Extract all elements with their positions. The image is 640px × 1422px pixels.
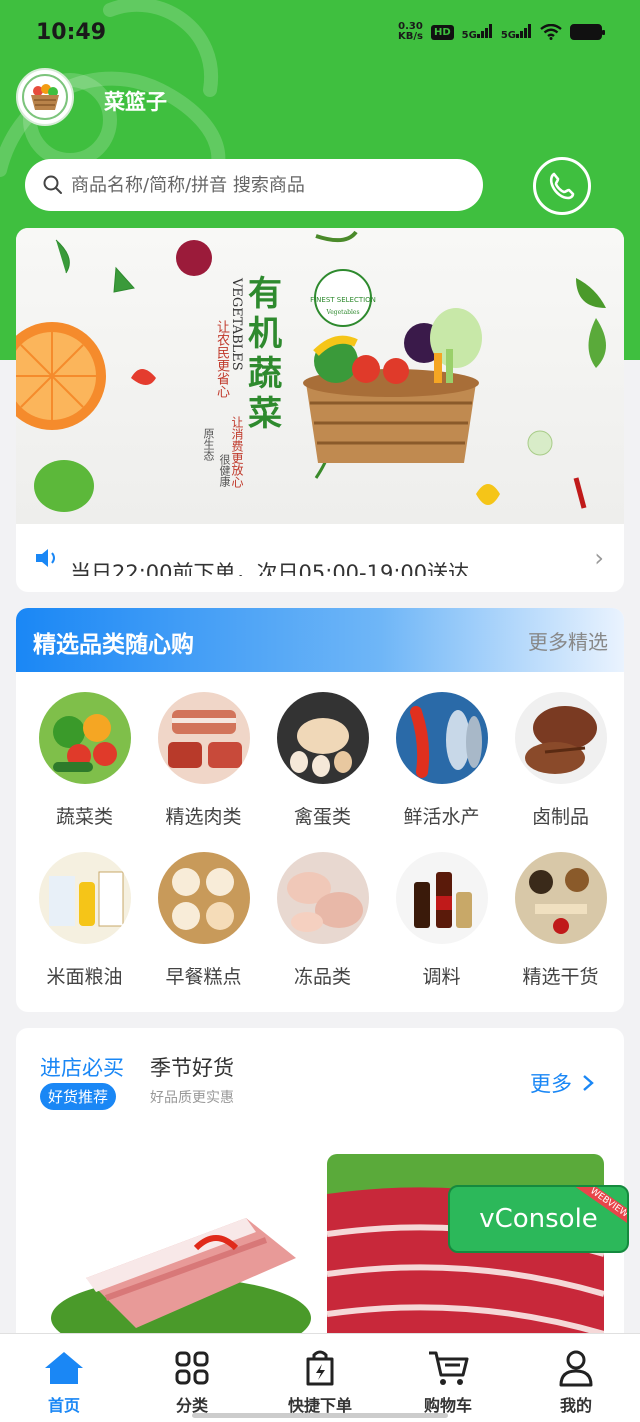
signal-icon-2: 5G [501,23,532,41]
category-label: 鲜活水产 [403,806,480,828]
bottom-tab-bar: 首页 分类 快捷下单 购物车 我的 [0,1333,640,1422]
status-time: 10:49 [36,20,107,45]
tab-category[interactable]: 分类 [128,1334,256,1422]
banner-note-1: 原生态 [202,428,215,461]
speaker-icon [36,549,55,567]
poultry-eggs-image [276,692,369,784]
svg-text:Vegetables: Vegetables [325,309,359,316]
seasonal-subtitle: 好品质更实惠 [150,1090,234,1106]
category-label: 禽蛋类 [293,806,351,828]
banner-slogan-1: 让农民更省心 [214,320,229,398]
home-icon [45,1352,83,1384]
banner-title: 有机蔬菜 [248,274,282,434]
category-item-vegetables[interactable]: 蔬菜类 [25,692,144,832]
frozen-food-image [276,852,369,944]
category-item-braised[interactable]: 卤制品 [501,692,620,832]
notice-text: 当日22:00前下单，次日05:00-19:00送达 [70,561,470,576]
category-label: 卤制品 [531,806,589,828]
category-item-seasoning[interactable]: 调料 [382,852,501,992]
status-bar: 10:49 0.30 KB/s HD 5G 5G [0,0,640,66]
category-icon [175,1351,209,1385]
category-grid: 蔬菜类 精选肉类 禽蛋类 鲜活水产 卤制品 米面粮油 早餐糕点 冻品类 调料 精… [16,692,624,992]
tab-home[interactable]: 首页 [0,1334,128,1422]
meat-image [157,692,250,784]
recommend-badge: 好货推荐 [40,1083,117,1110]
app-header: 菜篮子 [0,66,640,130]
category-item-meat[interactable]: 精选肉类 [144,692,263,832]
search-bar[interactable] [25,159,483,211]
seasoning-image [395,852,488,944]
cart-icon [429,1351,469,1385]
app-logo [16,68,74,126]
category-label: 冻品类 [293,966,351,988]
app-title: 菜篮子 [104,90,167,114]
tab-cart[interactable]: 购物车 [384,1334,512,1422]
product-image-pork-belly[interactable] [46,1168,316,1348]
search-icon [43,175,62,194]
battery-icon [570,24,605,40]
category-item-poultry-eggs[interactable]: 禽蛋类 [263,692,382,832]
promo-banner[interactable]: FINEST SELECTION Vegetables 有机蔬菜 VEGETAB… [16,228,624,524]
banner-card: FINEST SELECTION Vegetables 有机蔬菜 VEGETAB… [16,228,624,592]
category-title: 精选品类随心购 [33,632,194,658]
wifi-icon [540,24,562,40]
tab-profile[interactable]: 我的 [512,1334,640,1422]
chevron-right-icon [583,1075,594,1091]
dried-goods-image [514,852,607,944]
category-item-dried-goods[interactable]: 精选干货 [501,852,620,992]
network-speed: 0.30 KB/s [398,21,423,42]
chevron-right-icon[interactable]: › [594,544,604,572]
home-indicator [192,1413,448,1418]
category-label: 精选肉类 [165,806,242,828]
category-item-frozen[interactable]: 冻品类 [263,852,382,992]
category-label: 精选干货 [522,966,599,988]
seasonal-title[interactable]: 季节好货 [150,1052,234,1082]
phone-icon [549,172,575,200]
category-item-grain-oil[interactable]: 米面粮油 [25,852,144,992]
category-card: 精选品类随心购 更多精选 蔬菜类 精选肉类 禽蛋类 鲜活水产 卤制品 米面粮油 [16,608,624,1012]
category-item-breakfast[interactable]: 早餐糕点 [144,852,263,992]
grain-oil-image [38,852,131,944]
basket-icon [31,84,59,110]
category-more-link[interactable]: 更多精选 [528,626,608,655]
banner-slogan-2: 让消费更放心 [230,416,244,488]
category-label: 调料 [422,966,461,988]
category-label: 蔬菜类 [55,806,113,828]
signal-icon: 5G [462,23,493,41]
tab-quick-order[interactable]: 快捷下单 [256,1334,384,1422]
vegetables-image [38,692,131,784]
recommend-more-link[interactable]: 更多 [530,1068,594,1098]
category-header: 精选品类随心购 更多精选 [16,608,624,672]
category-item-seafood[interactable]: 鲜活水产 [382,692,501,832]
vconsole-button[interactable]: vConsole WEBVIEW [448,1185,629,1253]
phone-button[interactable] [533,157,591,215]
search-input[interactable] [71,174,451,196]
banner-illustration: FINEST SELECTION Vegetables [16,230,606,512]
status-icons: 0.30 KB/s HD 5G 5G [398,21,605,42]
quick-order-icon [306,1350,334,1386]
category-label: 米面粮油 [46,966,123,988]
recommend-title[interactable]: 进店必买 [40,1052,124,1082]
category-label: 早餐糕点 [165,966,242,988]
svg-text:FINEST SELECTION: FINEST SELECTION [310,296,376,304]
tab-label: 首页 [47,1396,80,1415]
banner-note-2: 很健康 [218,454,231,487]
breakfast-image [157,852,250,944]
braised-meat-image [514,692,607,784]
hd-icon: HD [430,24,454,40]
seafood-image [395,692,488,784]
profile-icon [559,1350,593,1387]
tab-label: 我的 [559,1396,592,1415]
